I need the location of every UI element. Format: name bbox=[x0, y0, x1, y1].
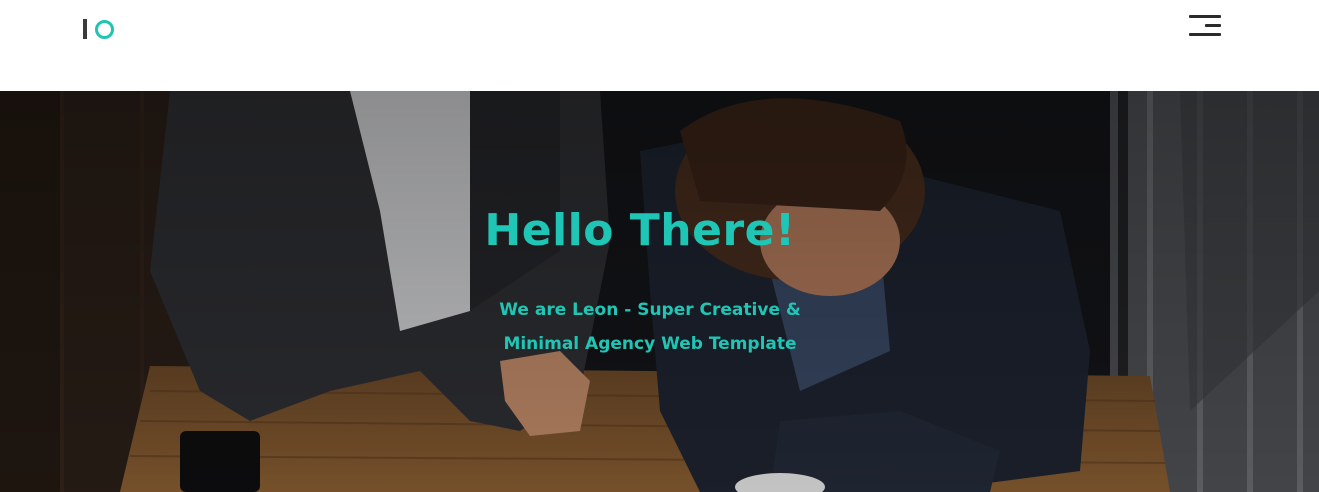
menu-line-middle bbox=[1205, 24, 1221, 27]
menu-line-bottom bbox=[1189, 33, 1221, 36]
hamburger-menu-icon[interactable] bbox=[1189, 15, 1223, 39]
io-logo-icon[interactable] bbox=[83, 17, 119, 41]
menu-line-top bbox=[1189, 15, 1221, 18]
hero-subtitle-line-2: Minimal Agency Web Template bbox=[503, 334, 797, 354]
hero-background-photo bbox=[0, 91, 1319, 492]
site-header bbox=[0, 0, 1319, 91]
hero-title: Hello There! bbox=[484, 205, 796, 256]
logo-ring bbox=[95, 20, 114, 39]
hero-section: Hello There! We are Leon - Super Creativ… bbox=[0, 91, 1319, 492]
logo-bar bbox=[83, 19, 87, 39]
hero-subtitle: We are Leon - Super Creative & Minimal A… bbox=[0, 293, 1300, 361]
hero-subtitle-line-1: We are Leon - Super Creative & bbox=[499, 300, 801, 320]
